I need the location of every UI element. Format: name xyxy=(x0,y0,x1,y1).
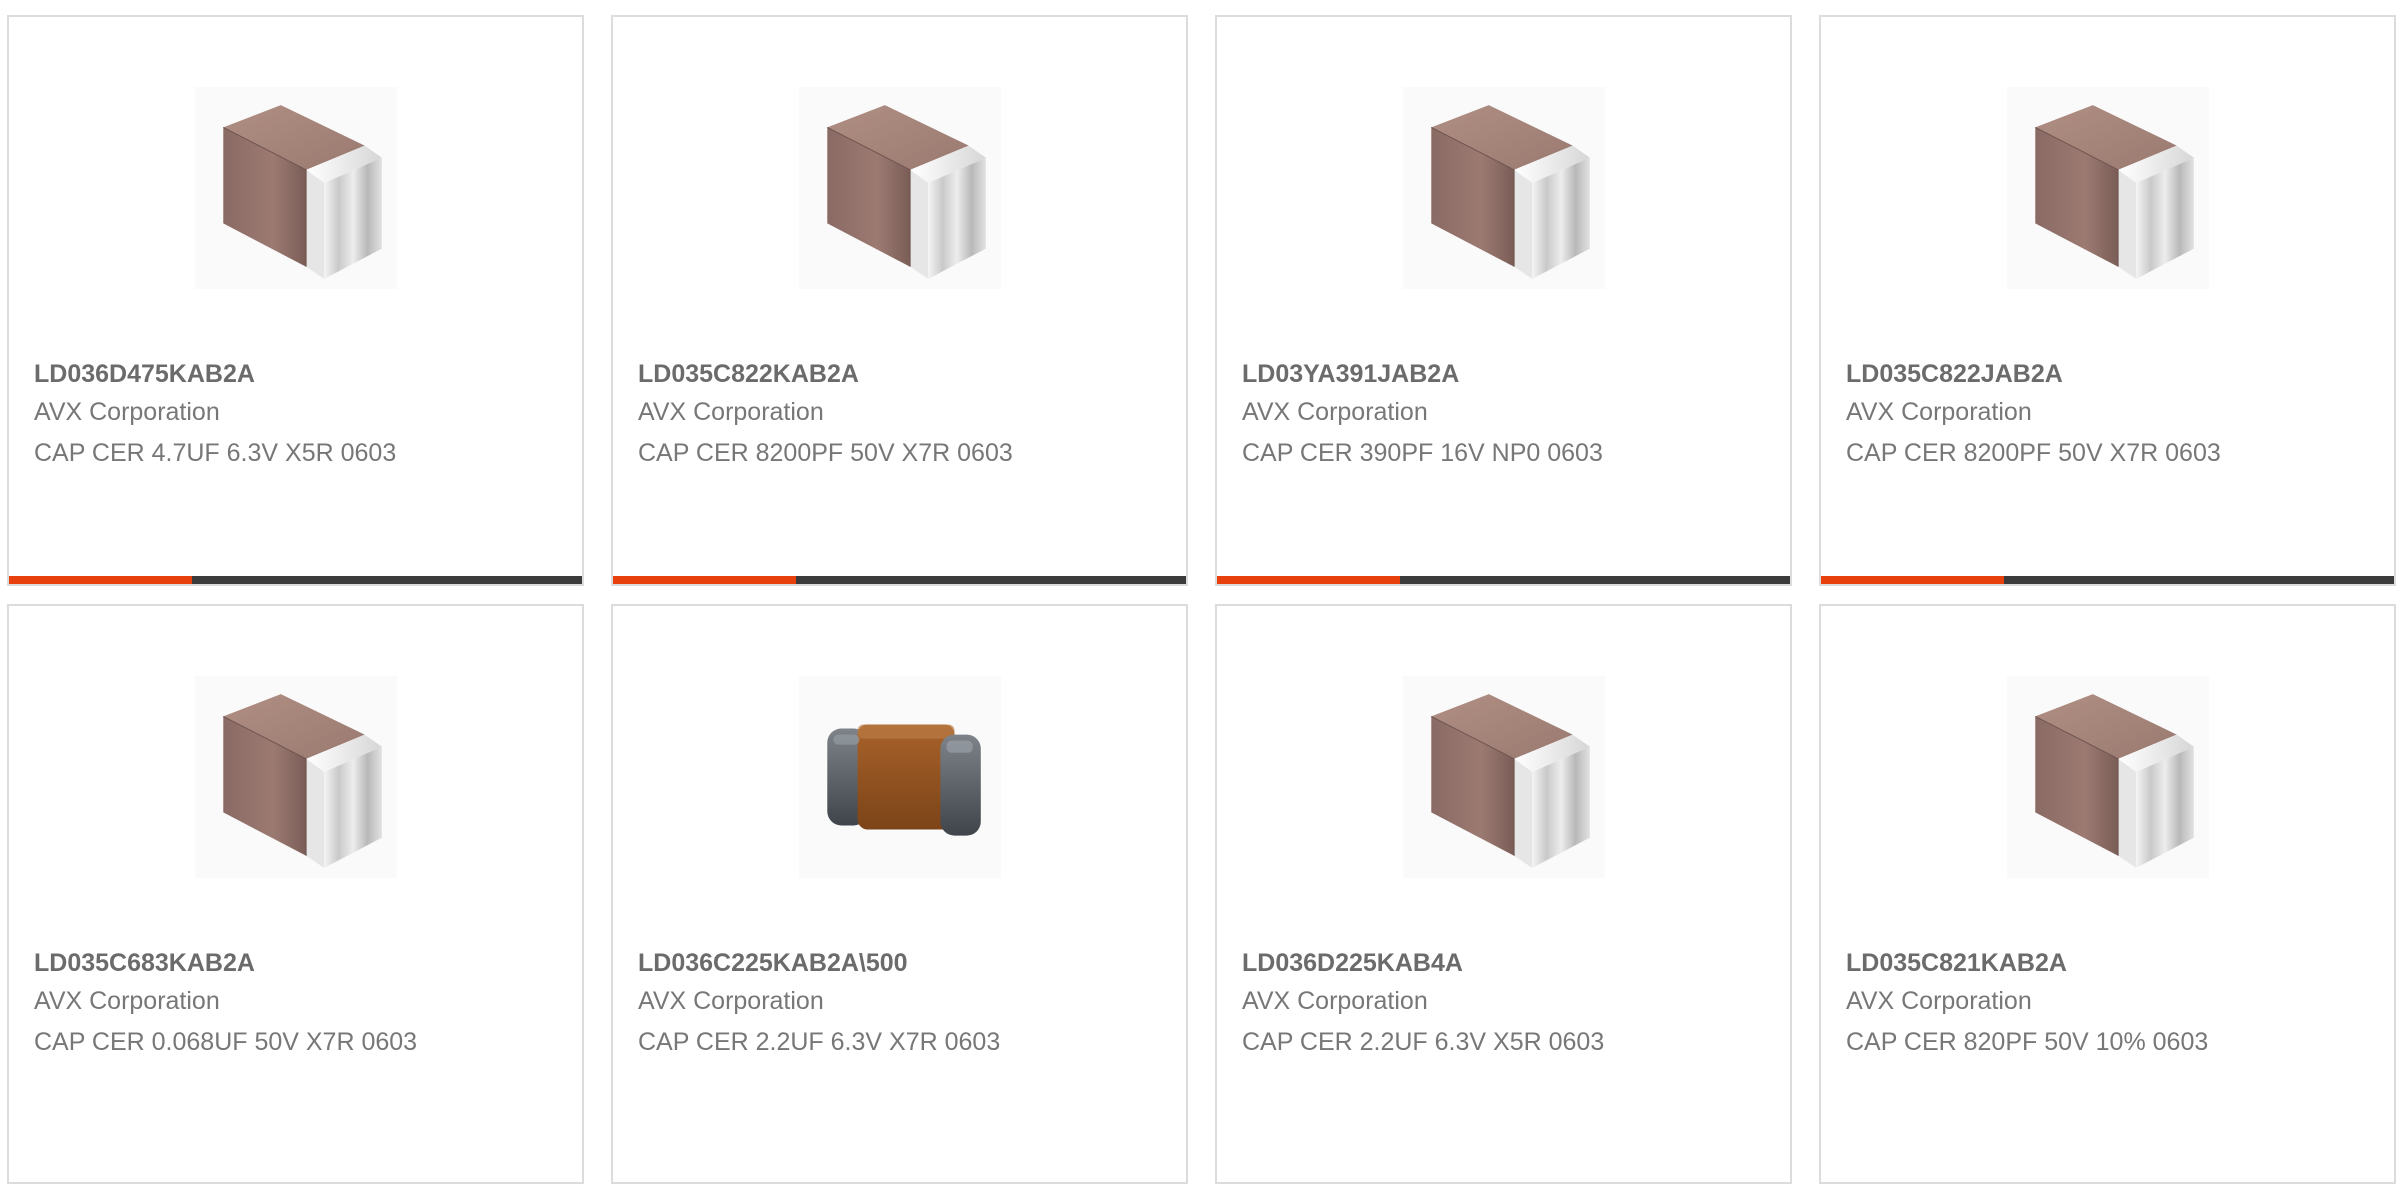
progress-bar xyxy=(613,576,1186,584)
progress-bar xyxy=(9,576,582,584)
part-number-link[interactable]: LD035C822KAB2A xyxy=(638,360,859,389)
manufacturer-name: AVX Corporation xyxy=(1846,987,2032,1015)
manufacturer-name: AVX Corporation xyxy=(638,398,824,426)
product-description: CAP CER 390PF 16V NP0 0603 xyxy=(1242,439,1603,467)
progress-bar xyxy=(1217,576,1790,584)
manufacturer-name: AVX Corporation xyxy=(34,398,220,426)
manufacturer-name: AVX Corporation xyxy=(1846,398,2032,426)
progress-bar-fill xyxy=(613,576,797,584)
capacitor-image[interactable] xyxy=(799,676,1001,878)
capacitor-image[interactable] xyxy=(1403,676,1605,878)
capacitor-image[interactable] xyxy=(799,87,1001,289)
ceramic-capacitor-icon xyxy=(799,676,1001,878)
ceramic-capacitor-icon xyxy=(799,87,1001,289)
product-card[interactable]: LD035C683KAB2A AVX Corporation CAP CER 0… xyxy=(7,604,584,1184)
part-number-link[interactable]: LD035C683KAB2A xyxy=(34,949,255,978)
progress-bar xyxy=(1821,576,2394,584)
progress-bar-fill xyxy=(1821,576,2005,584)
part-number-link[interactable]: LD036D475KAB2A xyxy=(34,360,255,389)
product-card[interactable]: LD036D475KAB2A AVX Corporation CAP CER 4… xyxy=(7,15,584,586)
product-description: CAP CER 0.068UF 50V X7R 0603 xyxy=(34,1028,418,1056)
part-number-link[interactable]: LD035C822JAB2A xyxy=(1846,360,2063,389)
progress-bar-fill xyxy=(9,576,193,584)
ceramic-capacitor-icon xyxy=(2007,676,2209,878)
product-description: CAP CER 2.2UF 6.3V X5R 0603 xyxy=(1242,1028,1605,1056)
manufacturer-name: AVX Corporation xyxy=(638,987,824,1015)
ceramic-capacitor-icon xyxy=(1403,87,1605,289)
manufacturer-name: AVX Corporation xyxy=(1242,398,1428,426)
product-card[interactable]: LD035C822KAB2A AVX Corporation CAP CER 8… xyxy=(611,15,1188,586)
product-description: CAP CER 4.7UF 6.3V X5R 0603 xyxy=(34,439,397,467)
capacitor-image[interactable] xyxy=(1403,87,1605,289)
ceramic-capacitor-icon xyxy=(1403,676,1605,878)
product-card[interactable]: LD035C822JAB2A AVX Corporation CAP CER 8… xyxy=(1819,15,2396,586)
ceramic-capacitor-icon xyxy=(195,676,397,878)
product-grid: LD036D475KAB2A AVX Corporation CAP CER 4… xyxy=(0,0,2400,1184)
product-card[interactable]: LD03YA391JAB2A AVX Corporation CAP CER 3… xyxy=(1215,15,1792,586)
product-description: CAP CER 8200PF 50V X7R 0603 xyxy=(638,439,1013,467)
part-number-link[interactable]: LD035C821KAB2A xyxy=(1846,949,2067,978)
capacitor-image[interactable] xyxy=(195,676,397,878)
product-card[interactable]: LD035C821KAB2A AVX Corporation CAP CER 8… xyxy=(1819,604,2396,1184)
capacitor-image[interactable] xyxy=(2007,87,2209,289)
capacitor-image[interactable] xyxy=(2007,676,2209,878)
part-number-link[interactable]: LD036D225KAB4A xyxy=(1242,949,1463,978)
product-card[interactable]: LD036C225KAB2A\500 AVX Corporation CAP C… xyxy=(611,604,1188,1184)
product-description: CAP CER 8200PF 50V X7R 0603 xyxy=(1846,439,2221,467)
product-description: CAP CER 2.2UF 6.3V X7R 0603 xyxy=(638,1028,1001,1056)
part-number-link[interactable]: LD03YA391JAB2A xyxy=(1242,360,1459,389)
manufacturer-name: AVX Corporation xyxy=(34,987,220,1015)
progress-bar-fill xyxy=(1217,576,1401,584)
product-card[interactable]: LD036D225KAB4A AVX Corporation CAP CER 2… xyxy=(1215,604,1792,1184)
ceramic-capacitor-icon xyxy=(2007,87,2209,289)
manufacturer-name: AVX Corporation xyxy=(1242,987,1428,1015)
capacitor-image[interactable] xyxy=(195,87,397,289)
part-number-link[interactable]: LD036C225KAB2A\500 xyxy=(638,949,908,978)
product-description: CAP CER 820PF 50V 10% 0603 xyxy=(1846,1028,2209,1056)
ceramic-capacitor-icon xyxy=(195,87,397,289)
